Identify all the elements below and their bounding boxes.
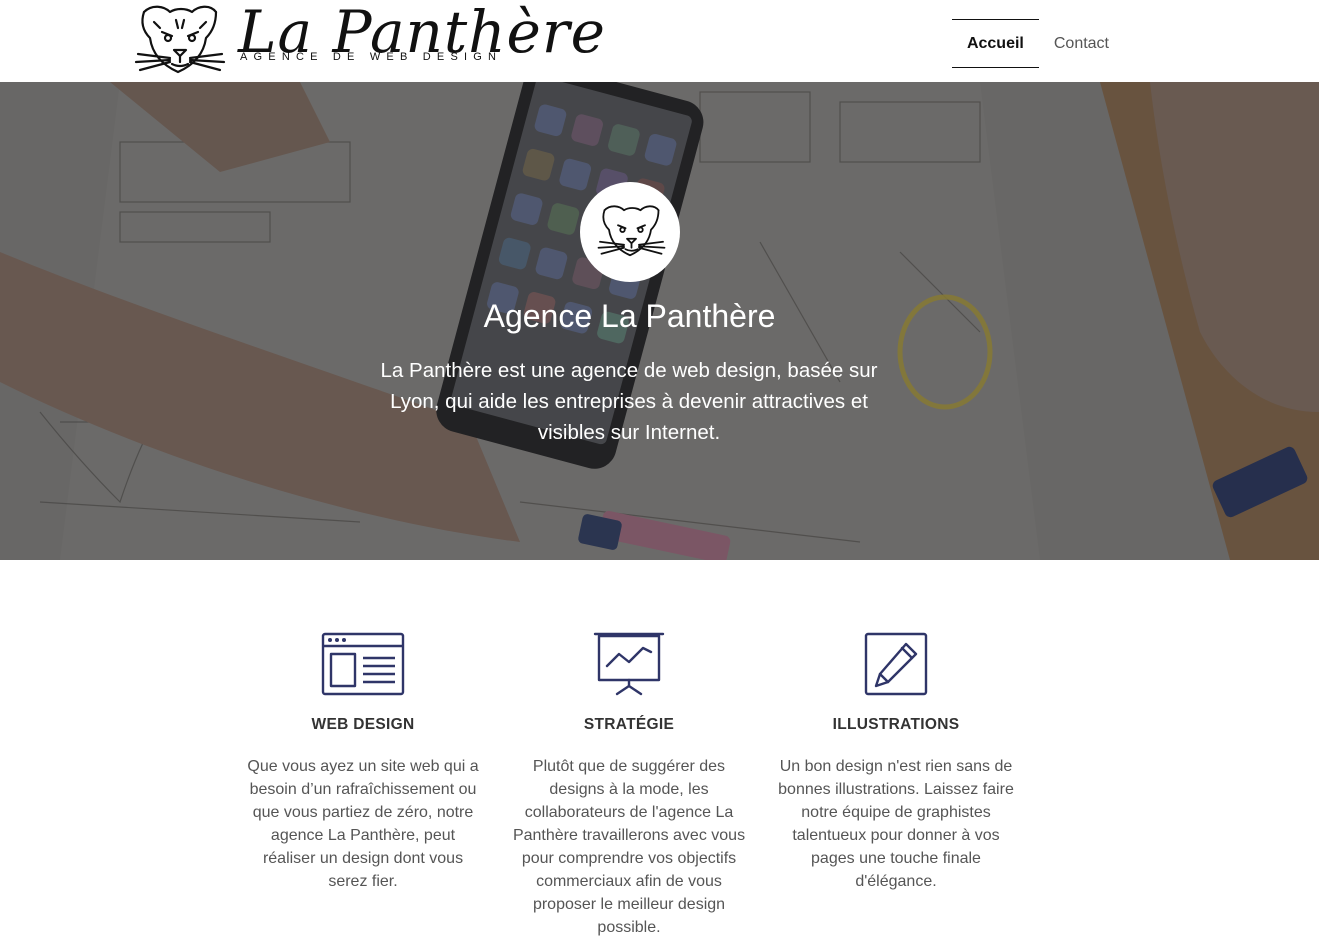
service-text: Un bon design n'est rien sans de bonnes … [778, 758, 1014, 890]
services-section: WEB DESIGN Que vous ayez un site web qui… [0, 560, 1319, 940]
web-layout-icon [321, 632, 405, 696]
service-illustrations: ILLUSTRATIONS Un bon design n'est rien s… [776, 632, 1016, 893]
service-text: Plutôt que de suggérer des designs à la … [512, 758, 746, 936]
site-header: La Panthère AGENCE DE WEB DESIGN Accueil… [0, 0, 1319, 82]
hero-description: La Panthère est une agence de web design… [380, 359, 878, 444]
service-strategie: STRATÉGIE Plutôt que de suggérer des des… [509, 632, 749, 939]
nav-accueil[interactable]: Accueil [951, 19, 1039, 68]
logo-link[interactable]: La Panthère AGENCE DE WEB DESIGN [130, 0, 605, 80]
hero-content: Agence La Panthère La Panthère est une a… [0, 82, 1319, 560]
hero-title: Agence La Panthère [483, 298, 776, 334]
service-title: ILLUSTRATIONS [832, 716, 960, 733]
panther-head-icon [597, 205, 666, 257]
presentation-chart-icon [593, 632, 665, 696]
nav-contact[interactable]: Contact [1039, 19, 1124, 68]
service-title: WEB DESIGN [311, 716, 415, 733]
hero-banner: Agence La Panthère La Panthère est une a… [0, 82, 1319, 560]
hero-avatar [580, 182, 680, 282]
pencil-square-icon [864, 632, 928, 696]
main-nav: Accueil Contact [951, 19, 1124, 68]
panther-logo-icon [134, 5, 226, 74]
service-web-design: WEB DESIGN Que vous ayez un site web qui… [243, 632, 483, 893]
service-title: STRATÉGIE [583, 716, 675, 733]
service-text: Que vous ayez un site web qui a besoin d… [247, 758, 479, 890]
logo-tagline: AGENCE DE WEB DESIGN [240, 51, 503, 63]
